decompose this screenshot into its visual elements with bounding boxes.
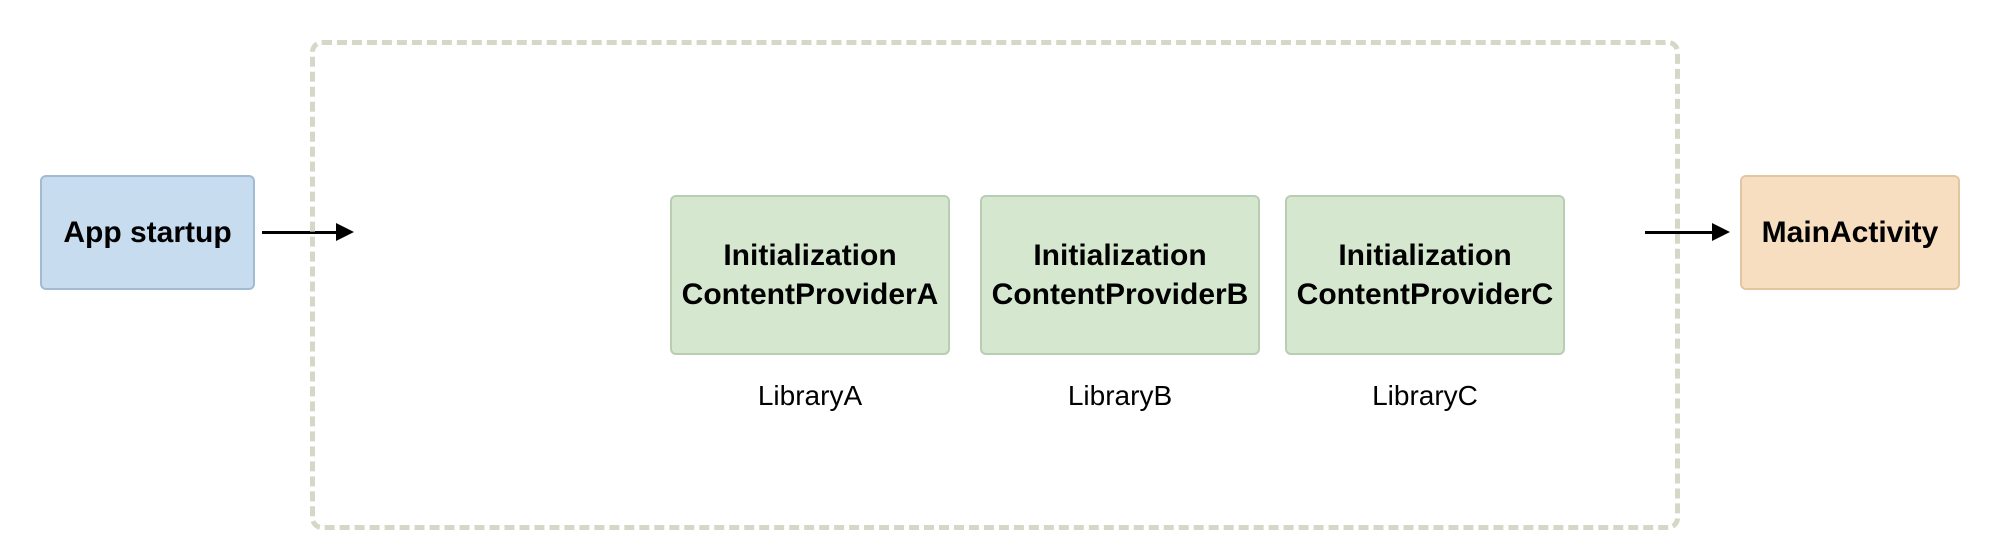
content-provider-a-box: Initialization ContentProviderA bbox=[670, 195, 950, 355]
arrow-line bbox=[1645, 231, 1712, 234]
content-provider-c-box: Initialization ContentProviderC bbox=[1285, 195, 1565, 355]
provider-b-line2: ContentProviderB bbox=[992, 275, 1249, 314]
diagram-canvas: App startup Initialization ContentProvid… bbox=[0, 0, 2000, 557]
arrow-head-icon bbox=[1712, 223, 1730, 241]
app-startup-box: App startup bbox=[40, 175, 255, 290]
library-a-caption: LibraryA bbox=[670, 380, 950, 412]
provider-a-line1: Initialization bbox=[723, 236, 896, 275]
main-activity-label: MainActivity bbox=[1762, 213, 1939, 252]
main-activity-box: MainActivity bbox=[1740, 175, 1960, 290]
library-c-caption: LibraryC bbox=[1285, 380, 1565, 412]
library-b-caption: LibraryB bbox=[980, 380, 1260, 412]
provider-b-line1: Initialization bbox=[1033, 236, 1206, 275]
content-provider-b-box: Initialization ContentProviderB bbox=[980, 195, 1260, 355]
provider-c-line2: ContentProviderC bbox=[1297, 275, 1554, 314]
app-startup-label: App startup bbox=[63, 213, 231, 252]
provider-c-line1: Initialization bbox=[1338, 236, 1511, 275]
providers-group: Initialization ContentProviderA LibraryA… bbox=[310, 40, 1680, 530]
provider-a-line2: ContentProviderA bbox=[682, 275, 939, 314]
